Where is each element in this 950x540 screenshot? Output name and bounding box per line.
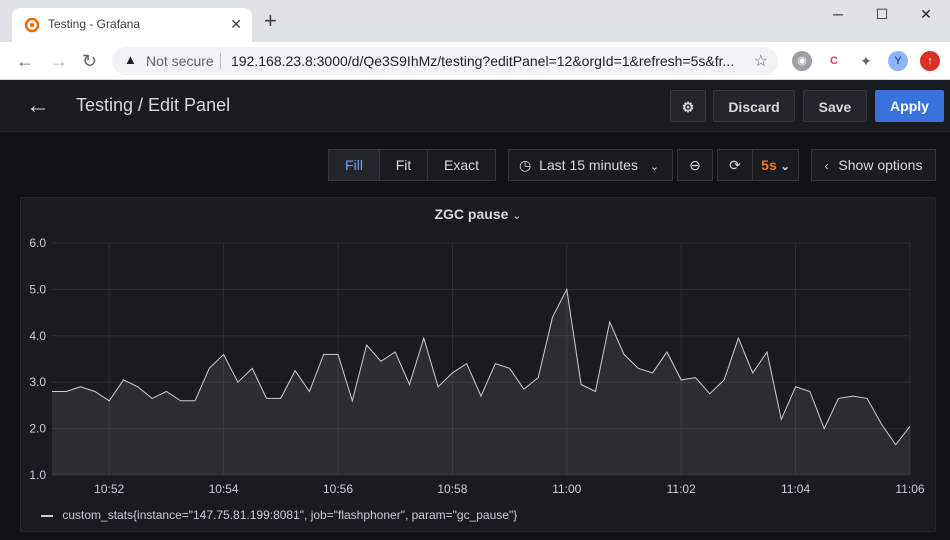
- grafana-logo-icon: [24, 17, 40, 33]
- omnibox[interactable]: ▲ Not secure 192.168.23.8:3000/d/Qe3S9Ih…: [112, 47, 778, 75]
- grafana-header: ← Testing / Edit Panel ⚙ Discard Save Ap…: [0, 80, 950, 132]
- fit-toggle[interactable]: Fit: [379, 149, 428, 181]
- time-range-picker[interactable]: ◷ Last 15 minutes ⌄: [508, 149, 673, 181]
- x-tick-label: 10:52: [94, 482, 124, 496]
- zoom-out-button[interactable]: ⊖: [677, 149, 713, 181]
- divider: [220, 53, 221, 69]
- refresh-interval-label: 5s: [761, 157, 777, 173]
- tab-title: Testing - Grafana: [48, 17, 141, 31]
- warning-icon: ▲: [124, 52, 137, 67]
- reload-icon[interactable]: ↻: [82, 51, 97, 72]
- clock-icon: ◷: [519, 157, 532, 173]
- browser-tab-bar: Testing - Grafana ✕ + ─ ☐ ✕: [0, 0, 950, 42]
- url-text[interactable]: 192.168.23.8:3000/d/Qe3S9IhMz/testing?ed…: [231, 53, 751, 69]
- refresh-icon: ⟳: [729, 157, 741, 173]
- x-tick-label: 10:56: [323, 482, 353, 496]
- y-tick-label: 3.0: [29, 375, 46, 389]
- refresh-interval-picker[interactable]: 5s ⌄: [752, 149, 799, 181]
- page-title: Testing / Edit Panel: [76, 95, 231, 115]
- chevron-down-icon: ⌄: [780, 161, 790, 173]
- x-tick-label: 10:54: [209, 482, 239, 496]
- forward-arrow-icon[interactable]: →: [50, 51, 68, 72]
- back-arrow-icon[interactable]: ←: [16, 51, 34, 72]
- minimize-icon[interactable]: ─: [816, 6, 860, 30]
- update-icon[interactable]: ↑: [920, 51, 940, 71]
- profile-avatar[interactable]: Y: [888, 51, 908, 71]
- extension-ghost-icon[interactable]: ◉: [792, 51, 812, 71]
- show-options-label: Show options: [838, 157, 923, 173]
- y-tick-label: 5.0: [29, 282, 46, 296]
- x-tick-label: 11:04: [781, 482, 810, 496]
- chevron-left-icon: ‹: [824, 159, 829, 173]
- exact-toggle[interactable]: Exact: [427, 149, 496, 181]
- x-tick-label: 11:06: [895, 482, 924, 496]
- show-options-button[interactable]: ‹ Show options: [811, 149, 936, 181]
- panel-settings-button[interactable]: ⚙: [670, 90, 706, 122]
- x-tick-label: 11:00: [552, 482, 581, 496]
- browser-tab[interactable]: Testing - Grafana ✕: [12, 8, 252, 42]
- maximize-icon[interactable]: ☐: [860, 6, 904, 30]
- panel-title[interactable]: ZGC pause ⌄: [21, 206, 935, 222]
- zoom-out-icon: ⊖: [689, 157, 701, 173]
- y-tick-label: 4.0: [29, 329, 46, 343]
- graph-panel: ZGC pause ⌄ 1.0 2.0 3.0 4.0 5.0 6.0 10:52 10:54…: [20, 197, 936, 532]
- y-tick-label: 1.0: [29, 468, 46, 482]
- gear-icon: ⚙: [681, 99, 695, 115]
- chart-svg[interactable]: 1.0 2.0 3.0 4.0 5.0 6.0 10:52 10:54 10:56 10:58 11…: [21, 228, 935, 528]
- not-secure-label[interactable]: Not secure: [146, 53, 214, 69]
- extension-c-icon[interactable]: C: [824, 51, 844, 71]
- discard-button[interactable]: Discard: [713, 90, 795, 122]
- back-arrow-icon[interactable]: ←: [26, 92, 50, 120]
- tab-close-icon[interactable]: ✕: [230, 16, 242, 33]
- time-range-label: Last 15 minutes: [539, 157, 638, 173]
- y-tick-label: 6.0: [29, 236, 46, 250]
- legend-item[interactable]: custom_stats{instance="147.75.81.199:808…: [41, 508, 517, 522]
- save-button[interactable]: Save: [803, 90, 867, 122]
- y-tick-label: 2.0: [29, 422, 46, 436]
- bookmark-star-icon[interactable]: ☆: [754, 51, 768, 71]
- refresh-button[interactable]: ⟳: [717, 149, 753, 181]
- legend-swatch: [41, 514, 53, 517]
- extensions-puzzle-icon[interactable]: ✦: [856, 51, 876, 71]
- chevron-down-icon: ⌄: [512, 210, 522, 222]
- legend-label: custom_stats{instance="147.75.81.199:808…: [62, 508, 518, 522]
- apply-button[interactable]: Apply: [875, 90, 944, 122]
- new-tab-icon[interactable]: +: [264, 10, 277, 32]
- window-close-icon[interactable]: ✕: [904, 6, 948, 30]
- browser-address-bar: ← → ↻ ▲ Not secure 192.168.23.8:3000/d/Q…: [0, 42, 950, 80]
- fill-toggle[interactable]: Fill: [328, 149, 380, 181]
- x-tick-label: 10:58: [437, 482, 467, 496]
- x-tick-label: 11:02: [667, 482, 696, 496]
- chevron-down-icon: ⌄: [649, 161, 660, 173]
